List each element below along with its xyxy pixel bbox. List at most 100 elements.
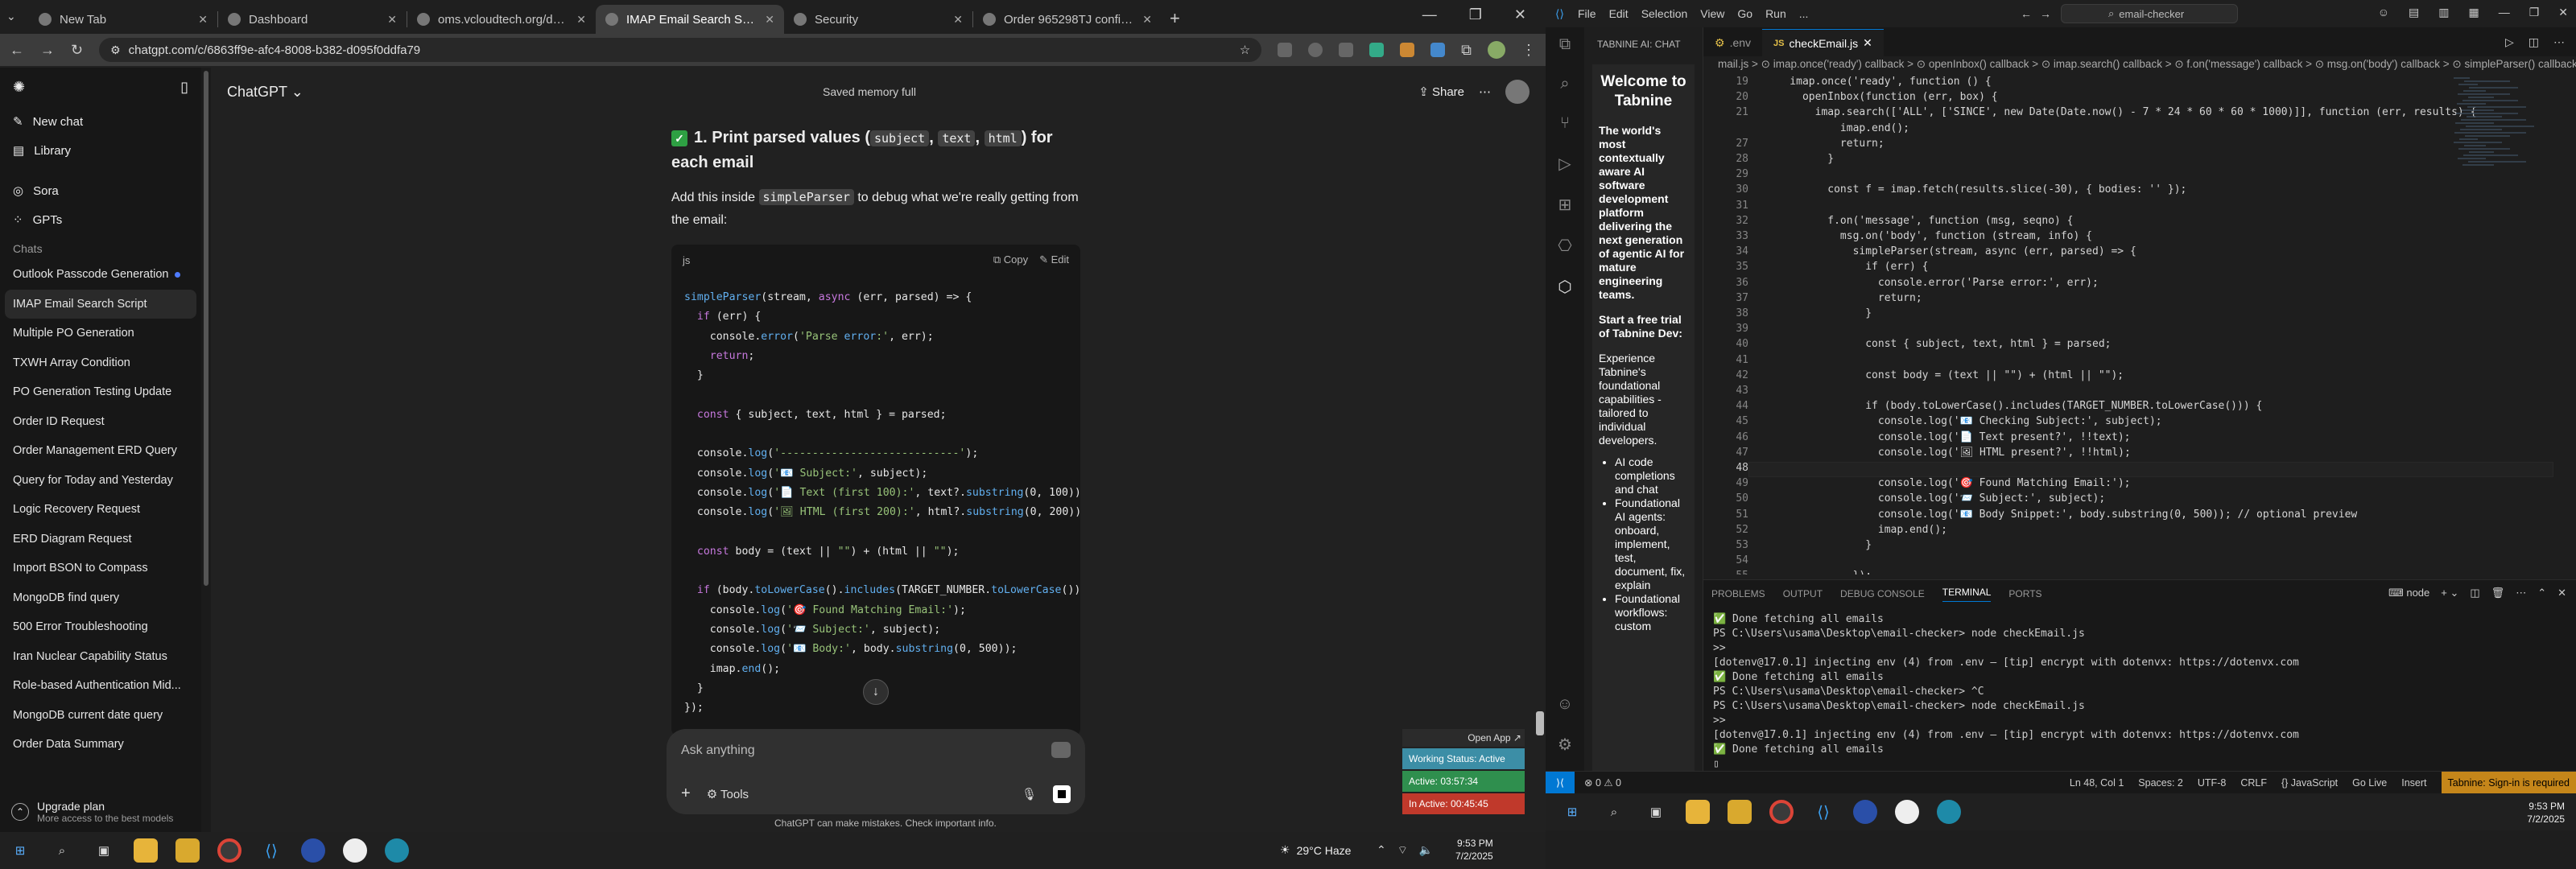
taskbar-clock[interactable]: 9:53 PM 7/2/2025 — [2527, 800, 2565, 826]
chat-history-item[interactable]: Import BSON to Compass — [0, 554, 201, 583]
editor-scrollbar[interactable] — [2563, 76, 2574, 575]
extension-icon[interactable] — [1430, 43, 1446, 57]
sidebar-item-gpts[interactable]: ⁘ GPTs — [0, 205, 201, 234]
chat-history-item[interactable]: Outlook Passcode Generation — [0, 260, 201, 290]
chat-history-item[interactable]: 500 Error Troubleshooting — [0, 612, 201, 642]
extension-icon[interactable] — [1369, 43, 1385, 57]
settings-gear-icon[interactable]: ⚙ — [1558, 735, 1572, 755]
upgrade-plan-button[interactable]: ⌃ Upgrade plan More access to the best m… — [0, 792, 201, 832]
tab-env[interactable]: ⚙ .env — [1703, 29, 1762, 56]
volume-icon[interactable]: 🔈 — [1419, 843, 1433, 858]
remote-indicator-icon[interactable]: ⟩⟨ — [1546, 771, 1575, 794]
profile-icon[interactable] — [1488, 41, 1505, 59]
chat-history-item[interactable]: Role-based Authentication Mid... — [0, 671, 201, 701]
nav-forward-icon[interactable]: → — [2040, 7, 2051, 20]
layout-icon[interactable]: ▥ — [2438, 6, 2449, 19]
more-options-icon[interactable]: ⋯ — [1479, 84, 1491, 99]
chat-history-item[interactable]: Iran Nuclear Capability Status — [0, 642, 201, 672]
avatar[interactable] — [1505, 80, 1530, 104]
status-item[interactable]: {} JavaScript — [2281, 777, 2338, 789]
browser-tab[interactable]: Security ✕ — [784, 5, 972, 34]
status-item[interactable]: CRLF — [2240, 777, 2267, 789]
tools-button[interactable]: ⚙ Tools — [707, 787, 749, 801]
chat-history-item[interactable]: PO Generation Testing Update — [0, 377, 201, 407]
start-icon[interactable]: ⊞ — [8, 838, 32, 863]
restore-icon[interactable]: ❐ — [1469, 6, 1482, 23]
extension-icon[interactable] — [1339, 43, 1354, 57]
menu-go[interactable]: Go — [1737, 7, 1752, 20]
chrome-icon[interactable] — [1769, 800, 1794, 824]
sidebar-item-sora[interactable]: ◎ Sora — [0, 176, 201, 205]
forward-icon[interactable]: → — [40, 42, 55, 59]
stop-button[interactable] — [1053, 785, 1071, 803]
weather-widget[interactable]: ☀ 29°C Haze — [1280, 843, 1351, 857]
composer[interactable]: Ask anything + ⚙ Tools 🎙 — [667, 729, 1085, 814]
app-icon[interactable] — [1853, 800, 1877, 824]
app-icon[interactable] — [301, 838, 325, 863]
main-scrollbar[interactable] — [1536, 711, 1544, 735]
more-actions-icon[interactable]: ⋯ — [2516, 587, 2526, 599]
restore-icon[interactable]: ❐ — [2529, 6, 2540, 19]
code-editor[interactable]: 19 imap.once('ready', function () {20 op… — [1703, 76, 2557, 575]
tab-checkemail[interactable]: JS checkEmail.js ✕ — [1762, 29, 1884, 56]
menu-selection[interactable]: Selection — [1641, 7, 1688, 20]
tab-ports[interactable]: PORTS — [2008, 588, 2041, 599]
extension-icon[interactable] — [1278, 43, 1293, 57]
tab-output[interactable]: OUTPUT — [1783, 588, 1823, 599]
status-item[interactable]: UTF-8 — [2198, 777, 2226, 789]
scroll-down-icon[interactable]: ↓ — [863, 679, 889, 705]
more-actions-icon[interactable]: ⋯ — [2553, 35, 2565, 49]
browser-tab[interactable]: IMAP Email Search Script ✕ — [596, 5, 784, 34]
extension-icon[interactable] — [1308, 43, 1323, 57]
network-icon[interactable]: ⌔ — [1397, 843, 1408, 858]
tab-problems[interactable]: PROBLEMS — [1711, 588, 1765, 599]
sidebar-scrollbar[interactable] — [201, 68, 211, 832]
close-tab-icon[interactable]: ✕ — [1142, 13, 1152, 27]
task-view-icon[interactable]: ▣ — [92, 838, 116, 863]
new-terminal-icon[interactable]: + ⌄ — [2441, 587, 2458, 599]
run-icon[interactable]: ▷ — [2505, 35, 2514, 49]
browser-tab[interactable]: oms.vcloudtech.org/dashboard ✕ — [407, 5, 596, 34]
app-icon[interactable] — [1895, 800, 1919, 824]
tab-debug-console[interactable]: DEBUG CONSOLE — [1840, 588, 1925, 599]
site-info-icon[interactable]: ⚙ — [110, 43, 121, 57]
menu-edit[interactable]: Edit — [1609, 7, 1629, 20]
tab-terminal[interactable]: TERMINAL — [1942, 587, 1992, 602]
menu-file[interactable]: File — [1578, 7, 1596, 20]
nav-back-icon[interactable]: ← — [2021, 7, 2032, 20]
close-tab-icon[interactable]: ✕ — [1863, 36, 1872, 50]
copy-code-button[interactable]: ⧉ Copy — [993, 253, 1028, 266]
chat-history-item[interactable]: Order Data Summary — [0, 730, 201, 760]
tab-search-icon[interactable]: ⌄ — [6, 10, 16, 23]
vscode-icon[interactable]: ⟨⟩ — [1811, 800, 1835, 824]
chat-history-item[interactable]: Multiple PO Generation — [0, 319, 201, 348]
prompt-input[interactable]: Ask anything — [681, 743, 755, 758]
close-window-icon[interactable]: ✕ — [1514, 6, 1526, 23]
microphone-icon[interactable]: 🎙 — [1022, 787, 1037, 801]
close-tab-icon[interactable]: ✕ — [765, 13, 774, 27]
chat-history-item[interactable]: MongoDB find query — [0, 583, 201, 613]
tray-chevron-icon[interactable]: ⌃ — [1377, 843, 1386, 858]
start-icon[interactable]: ⊞ — [1560, 800, 1584, 824]
chat-history-item[interactable]: Order ID Request — [0, 407, 201, 437]
file-explorer-icon[interactable] — [134, 838, 158, 863]
model-selector[interactable]: ChatGPT ⌄ — [227, 84, 303, 101]
menu-run[interactable]: Run — [1765, 7, 1786, 20]
chat-history-item[interactable]: Logic Recovery Request — [0, 495, 201, 525]
bookmark-star-icon[interactable]: ☆ — [1240, 43, 1250, 57]
chrome-icon[interactable] — [217, 838, 242, 863]
close-tab-icon[interactable]: ✕ — [387, 13, 397, 27]
extensions-icon[interactable]: ⊞ — [1558, 195, 1572, 215]
memory-status[interactable]: Saved memory full — [823, 85, 916, 98]
reload-icon[interactable]: ↻ — [71, 42, 83, 59]
chat-history-item[interactable]: ERD Diagram Request — [0, 525, 201, 554]
chat-history-item[interactable]: MongoDB current date query — [0, 701, 201, 731]
tabnine-signin-warning[interactable]: Tabnine: Sign-in is required — [2441, 772, 2576, 794]
file-explorer-icon[interactable] — [1686, 800, 1710, 824]
search-icon[interactable]: ⌕ — [50, 838, 74, 863]
layout-icon[interactable]: ▦ — [2468, 6, 2479, 19]
close-window-icon[interactable]: ✕ — [2558, 6, 2568, 19]
chat-history-item[interactable]: IMAP Email Search Script — [5, 289, 196, 319]
edit-code-button[interactable]: ✎ Edit — [1039, 253, 1069, 266]
menu-view[interactable]: View — [1700, 7, 1724, 20]
